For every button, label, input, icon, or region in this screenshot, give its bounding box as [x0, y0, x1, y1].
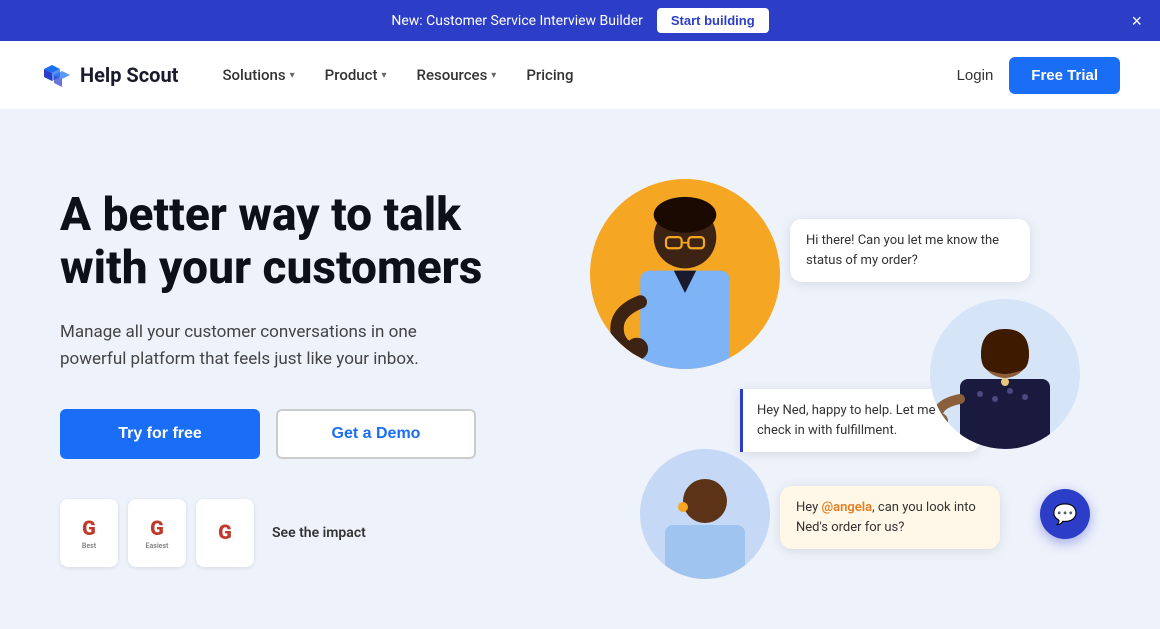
illustration-container: Hi there! Can you let me know the status… [560, 169, 1100, 589]
chat-support-button[interactable]: 💬 [1040, 489, 1090, 539]
chevron-down-icon: ▾ [381, 70, 386, 81]
badge-third: G [196, 499, 254, 567]
nav-item-product[interactable]: Product ▾ [313, 58, 399, 92]
logo-link[interactable]: Help Scout [40, 61, 178, 89]
get-demo-button[interactable]: Get a Demo [276, 409, 476, 459]
logo-text: Help Scout [80, 63, 178, 87]
nav-item-resources[interactable]: Resources ▾ [405, 58, 509, 92]
nav-item-pricing[interactable]: Pricing [514, 58, 585, 92]
person3-svg [640, 449, 770, 579]
see-impact-label: See the impact [272, 525, 366, 541]
nav-right: Login Free Trial [957, 57, 1120, 94]
announcement-bar: New: Customer Service Interview Builder … [0, 0, 1160, 41]
logo-icon [40, 61, 72, 89]
person1-circle [590, 179, 780, 369]
chat-icon: 💬 [1053, 502, 1078, 526]
chat-bubble-3: Hey @angela, can you look into Ned's ord… [780, 486, 1000, 549]
hero-section: A better way to talk with your customers… [0, 109, 1160, 629]
person3-circle [640, 449, 770, 579]
person1-svg [590, 179, 780, 369]
hero-title: A better way to talk with your customers [60, 189, 540, 295]
free-trial-button[interactable]: Free Trial [1009, 57, 1120, 94]
hero-buttons: Try for free Get a Demo [60, 409, 540, 459]
nav-item-solutions[interactable]: Solutions ▾ [210, 58, 306, 92]
hero-subtitle: Manage all your customer conversations i… [60, 319, 460, 373]
chat-bubble-1: Hi there! Can you let me know the status… [790, 219, 1030, 282]
login-button[interactable]: Login [957, 67, 994, 84]
start-building-button[interactable]: Start building [657, 8, 769, 33]
nav-links: Solutions ▾ Product ▾ Resources ▾ Pricin… [210, 58, 924, 92]
badge-easiest: G Easiest [128, 499, 186, 567]
badge-best: G Best [60, 499, 118, 567]
hero-illustration: Hi there! Can you let me know the status… [560, 169, 1100, 589]
hero-left: A better way to talk with your customers… [60, 169, 540, 575]
chevron-down-icon: ▾ [290, 70, 295, 81]
badges-row: G Best G Easiest G See the impact [60, 499, 540, 567]
person2-svg [930, 299, 1080, 449]
try-free-button[interactable]: Try for free [60, 409, 260, 459]
close-announcement-button[interactable]: × [1131, 12, 1142, 30]
announcement-text: New: Customer Service Interview Builder [391, 13, 643, 29]
person2-circle [930, 299, 1080, 449]
navbar: Help Scout Solutions ▾ Product ▾ Resourc… [0, 41, 1160, 109]
chevron-down-icon: ▾ [491, 70, 496, 81]
